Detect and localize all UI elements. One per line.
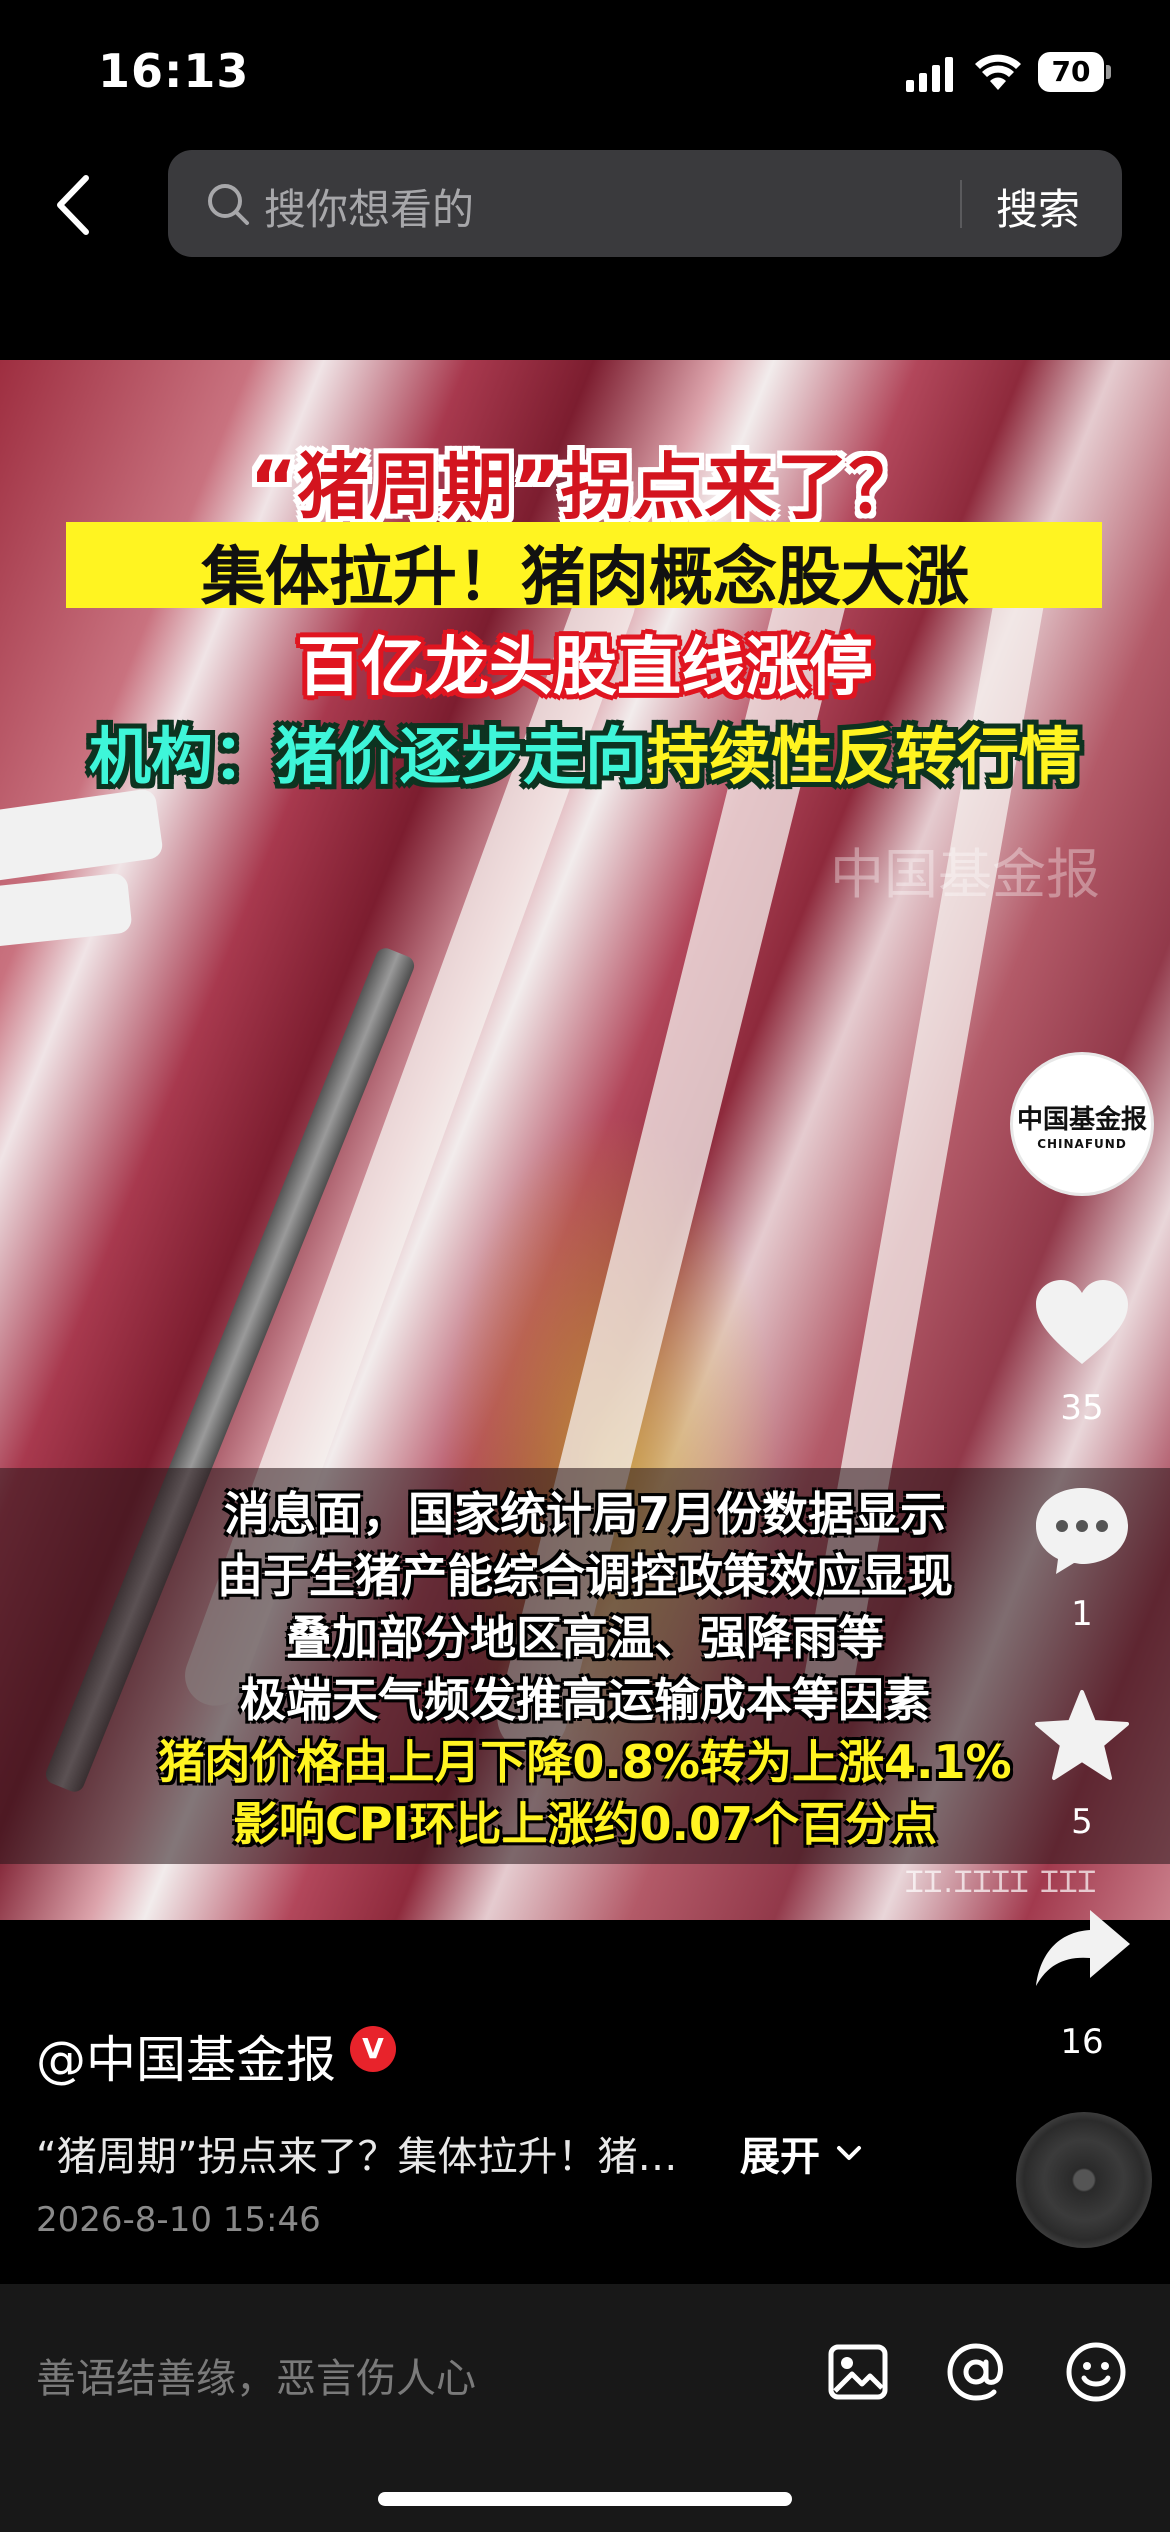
back-chevron-icon[interactable]	[44, 170, 104, 240]
video-corner-watermark: ꞮꞮ.ꞮꞮꞮꞮ ꞮꞮꞮ	[906, 1865, 1098, 1900]
headline-4-cyan: 机构：猪价逐步走向	[88, 720, 647, 793]
heart-icon[interactable]	[1030, 1276, 1134, 1372]
video-headline-3: 百亿龙头股直线涨停	[297, 631, 873, 705]
comment-input[interactable]: 善语结善缘，恶言伤人心	[36, 2346, 476, 2404]
video-watermark: 中国基金报	[830, 843, 1100, 906]
share-count: 16	[1060, 2022, 1104, 2062]
expand-button[interactable]: 展开	[740, 2124, 820, 2182]
search-placeholder: 搜你想看的	[264, 185, 475, 234]
video-headline-2: 集体拉升！猪肉概念股大涨	[201, 541, 969, 615]
subtitle-line: 叠加部分地区高温、强降雨等	[286, 1611, 884, 1665]
subtitle-line-highlight: 影响CPI环比上涨约0.07个百分点	[232, 1797, 938, 1851]
status-bar: 16:13 70	[0, 0, 1170, 150]
favorite-count: 5	[1071, 1802, 1093, 1842]
cellular-signal-icon	[906, 57, 953, 92]
author-avatar[interactable]: 中国基金报 CHINAFUND	[1010, 1052, 1154, 1196]
author-name[interactable]: @中国基金报	[36, 2020, 336, 2092]
headline-4-yellow: 持续性反转行情	[647, 720, 1082, 793]
tissue-paper	[0, 787, 164, 883]
comment-count: 1	[1071, 1594, 1093, 1634]
image-icon[interactable]	[826, 2340, 890, 2404]
post-date: 2026-8-10 15:46	[36, 2200, 321, 2240]
search-input[interactable]: 搜你想看的 搜索	[168, 150, 1122, 257]
battery-level: 70	[1038, 52, 1104, 92]
search-button[interactable]: 搜索	[996, 176, 1080, 237]
emoji-icon[interactable]	[1064, 2340, 1128, 2404]
avatar-logo-text: 中国基金报	[1016, 1105, 1147, 1135]
verified-badge-icon: V	[350, 2026, 396, 2072]
battery-icon: 70	[1038, 52, 1112, 92]
music-disc-icon[interactable]	[1016, 2112, 1152, 2248]
mention-icon[interactable]	[944, 2340, 1008, 2404]
video-headline-1: “猪周期”拐点来了？	[249, 445, 921, 529]
home-indicator[interactable]	[378, 2492, 792, 2506]
like-count: 35	[1060, 1388, 1104, 1428]
avatar-logo-subtext: CHINAFUND	[1037, 1137, 1127, 1151]
search-divider	[960, 180, 962, 228]
star-icon[interactable]	[1030, 1688, 1134, 1784]
status-time: 16:13	[98, 44, 250, 98]
subtitle-line: 极端天气频发推高运输成本等因素	[240, 1673, 930, 1727]
subtitle-line: 由于生猪产能综合调控政策效应显现	[217, 1549, 953, 1603]
tissue-paper	[0, 872, 133, 948]
subtitle-line: 消息面，国家统计局7月份数据显示	[223, 1487, 946, 1541]
subtitle-line-highlight: 猪肉价格由上月下降0.8%转为上涨4.1%	[158, 1735, 1012, 1789]
video-headline-4: 机构：猪价逐步走向持续性反转行情	[0, 706, 1170, 796]
comment-icon[interactable]	[1030, 1482, 1134, 1578]
wifi-icon	[975, 54, 1021, 90]
chevron-down-icon[interactable]	[834, 2138, 864, 2168]
search-icon	[208, 184, 249, 225]
share-icon[interactable]	[1030, 1900, 1134, 1996]
post-caption: “猪周期”拐点来了？集体拉升！猪…	[36, 2134, 678, 2180]
